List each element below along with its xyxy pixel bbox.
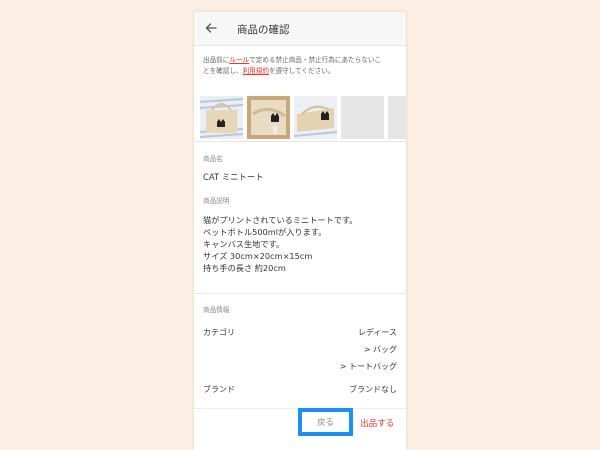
product-description-line: 持ち手の長さ 約20cm — [203, 263, 286, 273]
divider — [194, 293, 406, 294]
photo-strip — [200, 96, 406, 139]
category-value: > バッグ — [363, 345, 397, 354]
category-value: レディース — [357, 328, 397, 337]
category-label: カテゴリ — [203, 328, 235, 337]
tote-photo-1[interactable] — [200, 96, 243, 139]
empty-photo-slot[interactable] — [341, 96, 384, 139]
brand-value: ブランドなし — [349, 385, 397, 394]
product-name: CAT ミニトート — [203, 172, 264, 182]
category-value: > トートバッグ — [339, 362, 397, 371]
product-description-line: ペットボトル500mlが入ります。 — [203, 227, 327, 237]
phone-screen: 商品の確認 出品前にルールで定める禁止商品・禁止行為にあたらないこ とを確認し、利… — [194, 12, 406, 450]
notice-text: とを確認し、 — [203, 67, 243, 75]
back-button[interactable]: 戻る — [298, 408, 353, 436]
tote-photo-2[interactable] — [247, 96, 290, 139]
arrow-left-icon[interactable] — [204, 21, 218, 35]
terms-link[interactable]: 利用規約 — [243, 67, 269, 75]
notice-text: 出品前に — [203, 56, 230, 64]
product-name-label: 商品名 — [203, 155, 223, 163]
header-bar: 商品の確認 — [194, 12, 406, 46]
product-description-line: サイズ 30cm×20cm×15cm — [203, 251, 313, 261]
notice-text: を遵守してください。 — [268, 67, 335, 75]
product-info-label: 商品情報 — [203, 306, 230, 314]
empty-photo-slot[interactable] — [388, 96, 406, 139]
tote-photo-3[interactable] — [294, 96, 337, 139]
submit-listing-button[interactable]: 出品する — [360, 417, 394, 429]
notice-text: で定める禁止商品・禁止行為にあたらないこ — [249, 56, 382, 64]
rules-notice: 出品前にルールで定める禁止商品・禁止行為にあたらないこ とを確認し、利用規約を遵守… — [203, 55, 401, 77]
product-description-label: 商品説明 — [203, 197, 230, 205]
divider — [194, 141, 406, 142]
product-description-line: キャンバス生地です。 — [203, 239, 285, 249]
brand-label: ブランド — [203, 385, 235, 394]
product-description-line: 猫がプリントされているミニトートです。 — [203, 215, 358, 225]
rules-link[interactable]: ルール — [229, 56, 249, 64]
page-title: 商品の確認 — [237, 24, 290, 36]
